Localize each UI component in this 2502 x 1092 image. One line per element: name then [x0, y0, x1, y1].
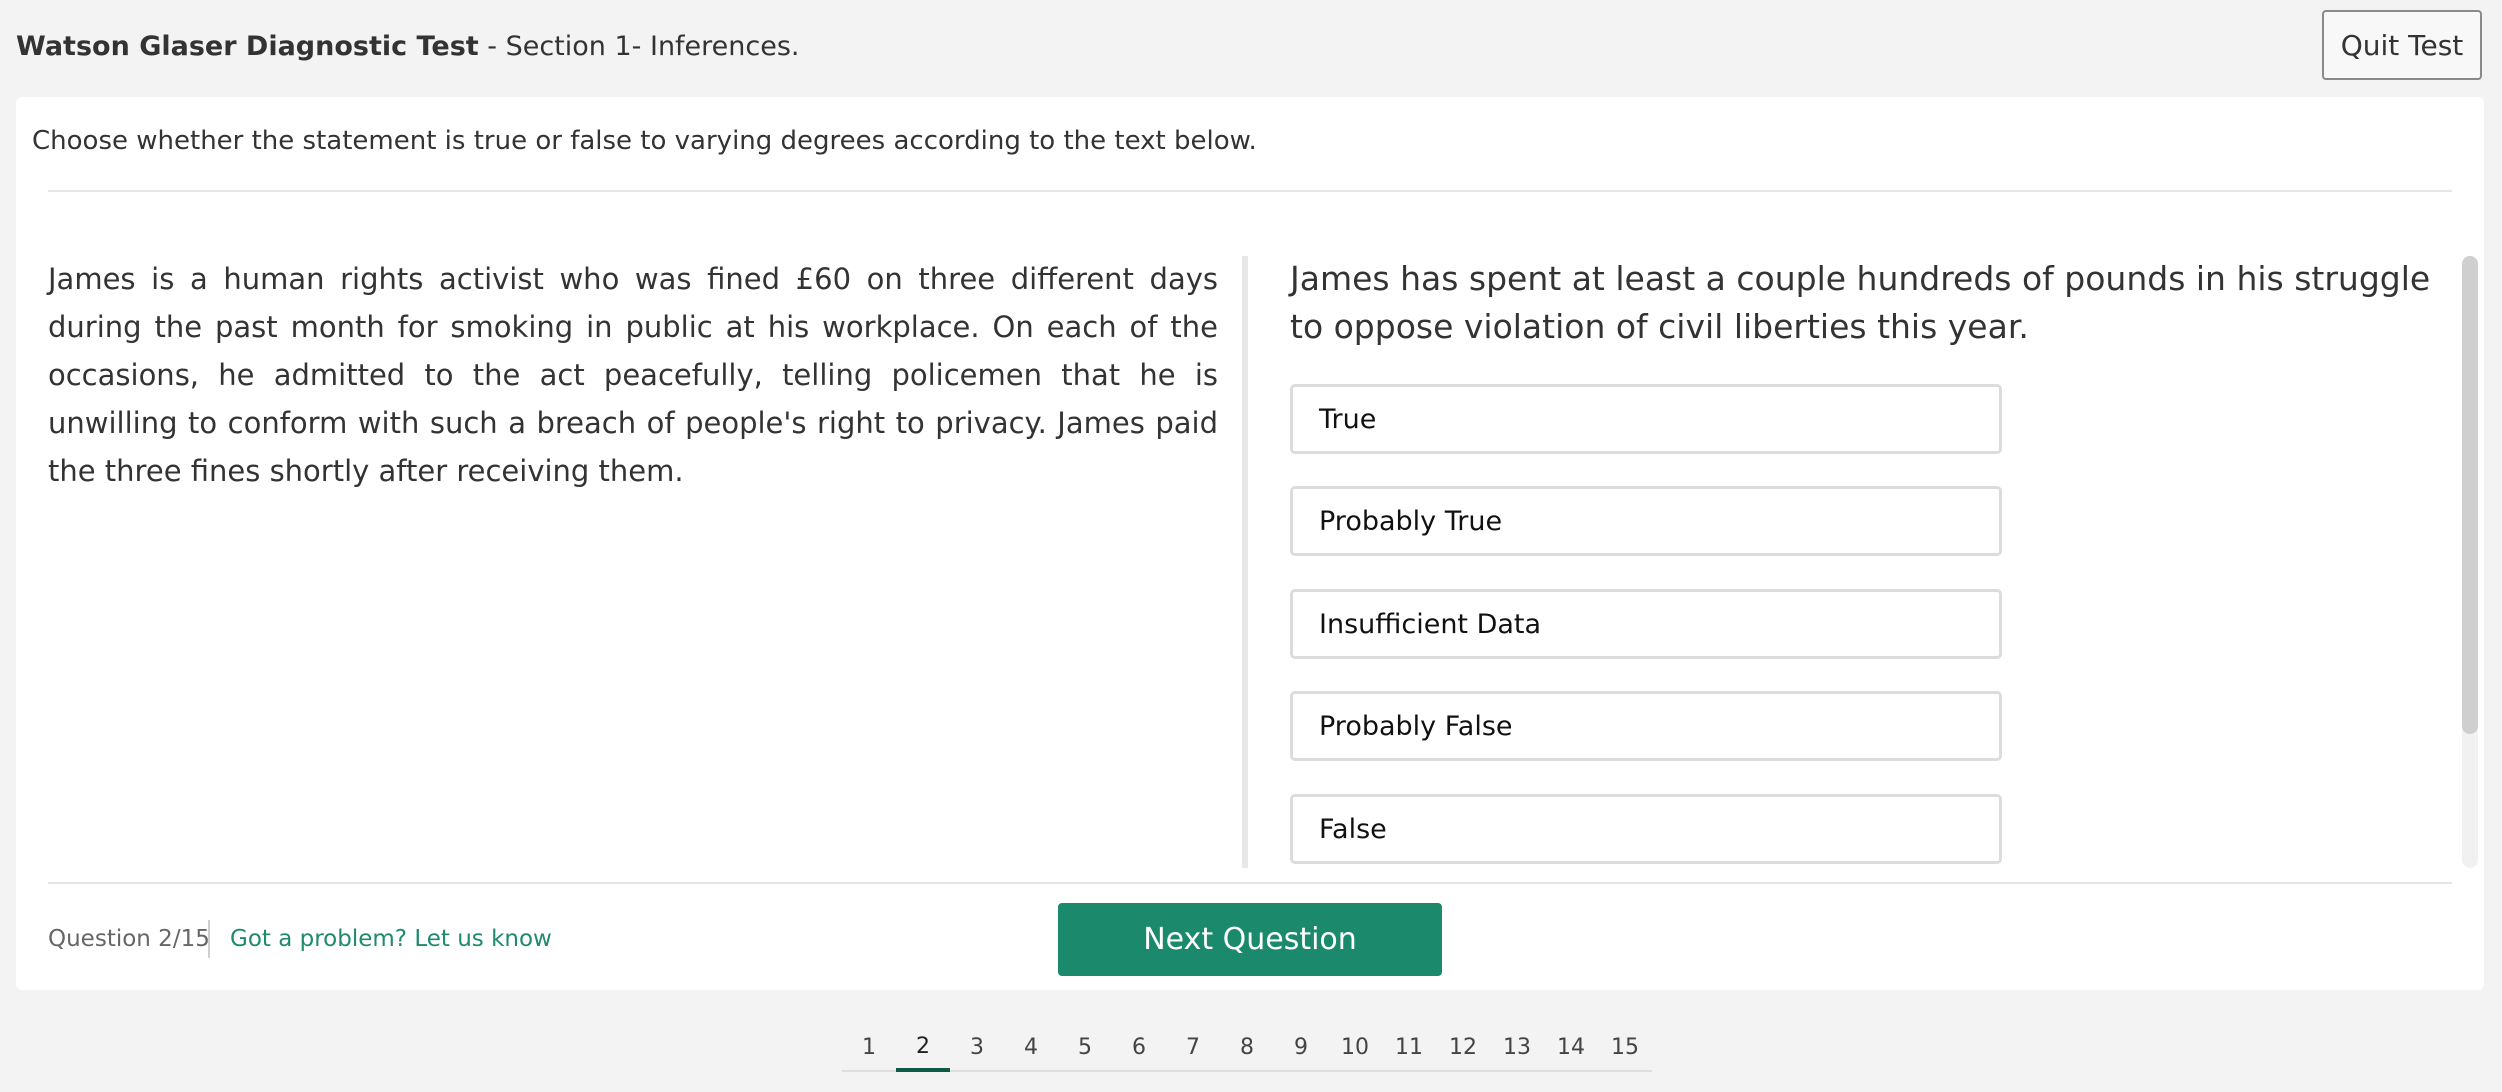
section-name: - Section 1- Inferences. [478, 31, 800, 62]
footer-separator [208, 920, 210, 958]
scrollbar[interactable] [2462, 256, 2478, 868]
header-bar: Watson Glaser Diagnostic Test - Section … [0, 0, 2502, 96]
divider [48, 190, 2452, 192]
next-question-button[interactable]: Next Question [1058, 903, 1442, 976]
passage-text: James is a human rights activist who was… [48, 262, 1218, 488]
page-link-7[interactable]: 7 [1166, 1024, 1220, 1072]
option-insufficient-data[interactable]: Insufficient Data [1290, 589, 2002, 659]
page-title: Watson Glaser Diagnostic Test - Section … [16, 30, 800, 64]
page-link-15[interactable]: 15 [1598, 1024, 1652, 1072]
option-false[interactable]: False [1290, 794, 2002, 864]
page-link-6[interactable]: 6 [1112, 1024, 1166, 1072]
page-link-3[interactable]: 3 [950, 1024, 1004, 1072]
page-link-1[interactable]: 1 [842, 1024, 896, 1072]
page-link-12[interactable]: 12 [1436, 1024, 1490, 1072]
option-true[interactable]: True [1290, 384, 2002, 454]
option-probably-false[interactable]: Probably False [1290, 691, 2002, 761]
quit-test-button[interactable]: Quit Test [2322, 10, 2482, 80]
page-link-5[interactable]: 5 [1058, 1024, 1112, 1072]
page-link-14[interactable]: 14 [1544, 1024, 1598, 1072]
page-link-11[interactable]: 11 [1382, 1024, 1436, 1072]
page-link-2[interactable]: 2 [896, 1024, 950, 1072]
page-link-4[interactable]: 4 [1004, 1024, 1058, 1072]
question-counter: Question 2/15 [48, 926, 210, 952]
instruction-text: Choose whether the statement is true or … [32, 126, 1257, 156]
test-name: Watson Glaser Diagnostic Test [16, 31, 479, 62]
page-link-13[interactable]: 13 [1490, 1024, 1544, 1072]
report-problem-link[interactable]: Got a problem? Let us know [230, 922, 552, 956]
divider [48, 882, 2452, 884]
page-link-9[interactable]: 9 [1274, 1024, 1328, 1072]
question-card [16, 97, 2484, 990]
question-pagination: 1 2 3 4 5 6 7 8 9 10 11 12 13 14 15 [842, 1024, 1652, 1072]
page-link-8[interactable]: 8 [1220, 1024, 1274, 1072]
page-link-10[interactable]: 10 [1328, 1024, 1382, 1072]
column-divider [1242, 256, 1248, 868]
option-probably-true[interactable]: Probably True [1290, 486, 2002, 556]
statement-text: James has spent at least a couple hundre… [1290, 259, 2431, 346]
scrollbar-thumb[interactable] [2462, 256, 2478, 734]
